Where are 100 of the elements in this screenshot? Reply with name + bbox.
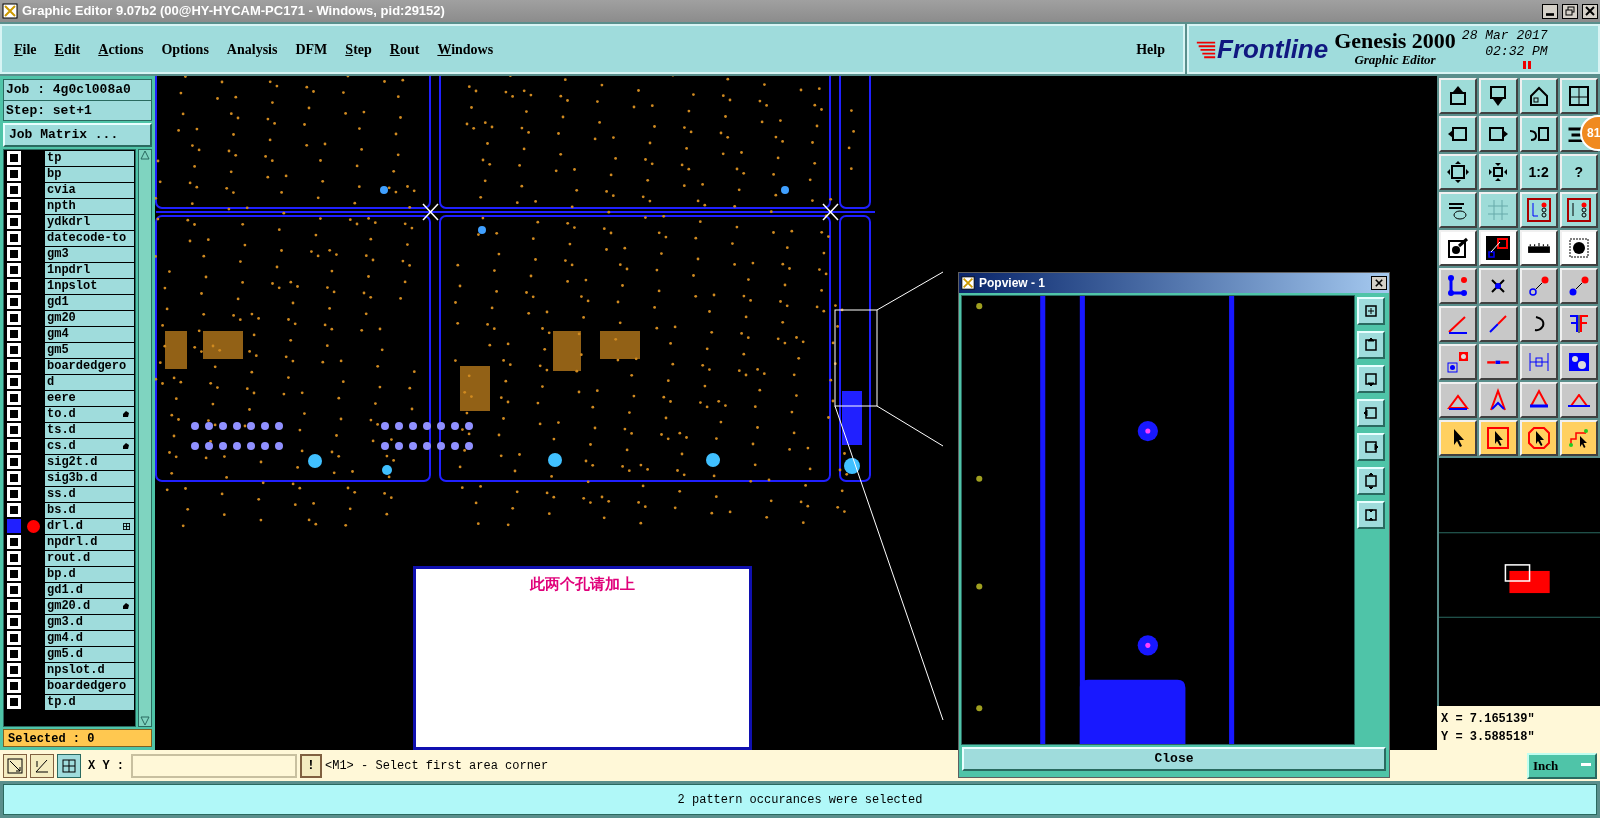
status-message: 2 pattern occurances were selected — [677, 791, 923, 809]
layer-item[interactable]: boardedgero — [45, 358, 134, 374]
menu-item[interactable]: Options — [161, 38, 209, 60]
layer-item[interactable]: sig3b.d — [45, 470, 134, 486]
layer-item[interactable]: 1npslot — [45, 278, 134, 294]
layer-item[interactable]: ts.d — [45, 422, 134, 438]
layer-item[interactable]: ss.d — [45, 486, 134, 502]
layer-item[interactable]: npslot.d — [45, 662, 134, 678]
layer-item[interactable]: cs.d — [45, 438, 134, 454]
layer-item[interactable]: gd1.d — [45, 582, 134, 598]
layer-item[interactable]: gm3 — [45, 246, 134, 262]
view-button[interactable] — [1357, 296, 1385, 325]
layer-item[interactable]: boardedgero — [45, 678, 134, 694]
view-frame — [1504, 564, 1531, 582]
date-text: 28 Mar 2017 — [1461, 27, 1548, 44]
view-button[interactable] — [1357, 466, 1385, 495]
layer-item[interactable]: gd1 — [45, 294, 134, 310]
menu-item[interactable]: Windows — [437, 38, 494, 60]
menu-item[interactable]: Rout — [389, 38, 420, 60]
layer-item[interactable]: gm20 — [45, 310, 134, 326]
layer-item[interactable]: gm3.d — [45, 614, 134, 630]
layer-item[interactable]: bs.d — [45, 502, 134, 518]
xy-label: X Y : — [88, 757, 124, 775]
layer-item[interactable]: gm5 — [45, 342, 134, 358]
layer-item[interactable]: gm20.d — [45, 598, 134, 614]
close-button[interactable] — [1371, 275, 1387, 290]
circle-arrow-icon — [1526, 274, 1551, 298]
tool-button[interactable]: 1:2 — [1519, 154, 1558, 190]
popview-title: Popview - 1 — [979, 274, 1046, 292]
layer-item[interactable]: gm4 — [45, 326, 134, 342]
minimize-icon — [1546, 12, 1554, 16]
scroll-down-icon — [140, 716, 150, 726]
units-dropdown[interactable]: Inch — [1527, 752, 1597, 779]
alert-button[interactable]: ! — [300, 753, 322, 778]
product-name: Genesis 2000 — [1334, 29, 1456, 52]
dimension-icon — [1526, 350, 1551, 374]
layer-item[interactable]: to.d — [45, 406, 134, 422]
scrollbar[interactable] — [138, 149, 152, 727]
layer-item[interactable]: rout.d — [45, 550, 134, 566]
layer-item[interactable]: datecode-to — [45, 230, 134, 246]
drill-dot — [976, 475, 983, 482]
restore-button[interactable] — [1562, 3, 1578, 19]
layer-item[interactable]: cvia — [45, 182, 134, 198]
triangle-icon — [1566, 393, 1591, 407]
view-button[interactable] — [1357, 398, 1385, 427]
step-name: Step: set+1 — [5, 101, 93, 120]
layer-item[interactable]: drl.d — [45, 518, 134, 534]
close-button[interactable] — [1582, 3, 1598, 19]
view-button[interactable] — [1357, 500, 1385, 529]
tool-button[interactable]: ? — [1559, 154, 1598, 190]
layer-item[interactable]: tp — [45, 150, 134, 166]
leader-line — [876, 271, 944, 311]
prompt-message: <M1> - Select first area corner — [325, 757, 549, 775]
product-subtitle: Graphic Editor — [1354, 51, 1436, 69]
menu-item[interactable]: File — [14, 38, 37, 60]
layer-item[interactable]: gm5.d — [45, 646, 134, 662]
menu-item[interactable]: Actions — [98, 38, 144, 60]
shrink-icon — [1363, 506, 1379, 523]
view-button[interactable] — [1357, 432, 1385, 461]
tool-button[interactable] — [57, 753, 81, 778]
xy-input-field[interactable] — [131, 753, 297, 778]
layer-item[interactable]: tp.d — [45, 694, 134, 710]
move-right-icon — [1363, 438, 1379, 455]
dot-square-icon — [1566, 236, 1591, 260]
brand-logo: Frontline — [1217, 36, 1329, 62]
popview-close-button[interactable]: Close — [962, 747, 1386, 771]
pointer-icon — [1526, 426, 1551, 450]
layer-item[interactable]: npth — [45, 198, 134, 214]
layer-item[interactable]: ydkdrl — [45, 214, 134, 230]
layer-item[interactable]: sig2t.d — [45, 454, 134, 470]
layer-item[interactable]: 1npdrl — [45, 262, 134, 278]
job-name: Job : 4g0cl008a0 — [4, 80, 151, 101]
grid-icon — [1486, 198, 1511, 222]
drill-dot — [976, 302, 983, 309]
help-menu[interactable]: Help — [1136, 38, 1165, 60]
view-button[interactable] — [1357, 364, 1385, 393]
menu-item[interactable]: Analysis — [226, 38, 278, 60]
app-icon — [961, 275, 975, 290]
layer-item[interactable]: npdrl.d — [45, 534, 134, 550]
minimap[interactable] — [1437, 458, 1600, 706]
via-pad — [1137, 634, 1158, 656]
tool-button[interactable] — [3, 753, 27, 778]
layer-item[interactable]: bp — [45, 166, 134, 182]
menu-item[interactable]: Step — [345, 38, 372, 60]
layer-item[interactable]: gm4.d — [45, 630, 134, 646]
close-icon — [1585, 6, 1595, 16]
menu-item[interactable]: Edit — [54, 38, 81, 60]
menu-item[interactable]: DFM — [295, 38, 328, 60]
layer-checkbox[interactable] — [7, 519, 21, 533]
layer-item[interactable]: d — [45, 374, 134, 390]
circuit-icon — [1566, 198, 1591, 222]
job-matrix-button[interactable]: Job Matrix ... — [3, 123, 152, 147]
y-coordinate: Y = 3.588518" — [1441, 729, 1536, 746]
scroll-up-icon — [140, 150, 150, 160]
layer-item[interactable]: bp.d — [45, 566, 134, 582]
minimize-button[interactable] — [1542, 3, 1558, 19]
view-button[interactable] — [1357, 330, 1385, 359]
move-left-icon — [1363, 404, 1379, 421]
crosshair-icon — [422, 203, 439, 221]
layer-item[interactable]: eere — [45, 390, 134, 406]
